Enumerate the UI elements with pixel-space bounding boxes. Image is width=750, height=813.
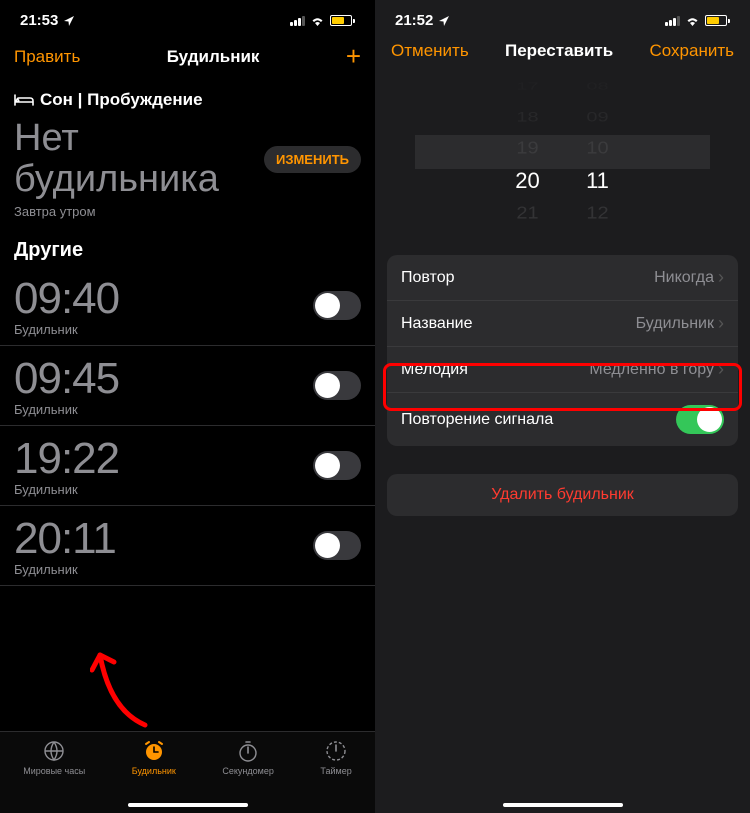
- battery-icon: [330, 15, 355, 26]
- battery-icon: [705, 15, 730, 26]
- page-title: Будильник: [167, 47, 260, 67]
- wifi-icon: [685, 15, 700, 26]
- alarm-time: 19:22: [14, 434, 119, 484]
- page-title: Переставить: [505, 41, 613, 61]
- alarm-list-screen: 21:53 Править Будильник + Сон | Пробужде…: [0, 0, 375, 813]
- tab-bar: Мировые часы Будильник Секундомер Таймер: [0, 731, 375, 813]
- alarm-label: Будильник: [14, 322, 119, 337]
- alarm-settings-group: Повтор Никогда› Название Будильник› Мело…: [387, 255, 738, 446]
- alarm-row[interactable]: 09:40 Будильник: [0, 266, 375, 346]
- location-icon: [63, 15, 75, 27]
- tab-label: Секундомер: [222, 766, 273, 776]
- nav-bar: Отменить Переставить Сохранить: [375, 37, 750, 71]
- status-bar: 21:53: [0, 0, 375, 37]
- alarm-time: 09:45: [14, 354, 119, 404]
- add-alarm-button[interactable]: +: [346, 41, 361, 72]
- picker-hour-selected: 20: [513, 168, 543, 194]
- tab-label: Будильник: [132, 766, 176, 776]
- tab-stopwatch[interactable]: Секундомер: [222, 738, 273, 813]
- bed-icon: [14, 93, 34, 107]
- snooze-toggle[interactable]: [676, 405, 724, 434]
- others-section-label: Другие: [0, 233, 375, 266]
- name-label: Название: [401, 315, 473, 333]
- snooze-label: Повторение сигнала: [401, 411, 553, 429]
- alarm-row[interactable]: 20:11 Будильник: [0, 506, 375, 586]
- no-alarm-row: Нет будильника ИЗМЕНИТЬ: [0, 114, 375, 200]
- delete-group: Удалить будильник: [387, 474, 738, 516]
- wifi-icon: [310, 15, 325, 26]
- name-value: Будильник: [636, 315, 714, 333]
- alarm-label: Будильник: [14, 562, 116, 577]
- globe-icon: [42, 739, 66, 763]
- alarm-toggle[interactable]: [313, 451, 361, 480]
- no-alarm-text: Нет будильника: [14, 118, 264, 200]
- tab-label: Таймер: [320, 766, 351, 776]
- home-indicator[interactable]: [503, 803, 623, 807]
- alarm-icon: [142, 739, 166, 763]
- repeat-label: Повтор: [401, 269, 455, 287]
- alarm-toggle[interactable]: [313, 291, 361, 320]
- chevron-right-icon: ›: [718, 313, 724, 334]
- edit-button[interactable]: Править: [14, 47, 80, 67]
- cancel-button[interactable]: Отменить: [391, 41, 469, 61]
- change-button[interactable]: ИЗМЕНИТЬ: [264, 146, 361, 173]
- alarm-row[interactable]: 09:45 Будильник: [0, 346, 375, 426]
- repeat-row[interactable]: Повтор Никогда›: [387, 255, 738, 301]
- snooze-row: Повторение сигнала: [387, 393, 738, 446]
- tab-timer[interactable]: Таймер: [320, 738, 351, 813]
- tomorrow-label: Завтра утром: [0, 200, 375, 233]
- time-picker[interactable]: 1708 1809 1910 2011 2112 2213 2314: [415, 71, 710, 231]
- arrow-annotation-icon: [90, 640, 160, 730]
- alarm-row[interactable]: 19:22 Будильник: [0, 426, 375, 506]
- sound-value: Медленно в гору: [589, 361, 714, 379]
- alarm-label: Будильник: [14, 482, 119, 497]
- alarm-time: 20:11: [14, 514, 116, 564]
- repeat-value: Никогда: [654, 269, 714, 287]
- location-icon: [438, 15, 450, 27]
- sleep-header-label: Сон | Пробуждение: [40, 90, 203, 110]
- sleep-section-header: Сон | Пробуждение: [0, 82, 375, 114]
- delete-alarm-button[interactable]: Удалить будильник: [387, 474, 738, 516]
- nav-bar: Править Будильник +: [0, 37, 375, 82]
- tab-world-clock[interactable]: Мировые часы: [23, 738, 85, 813]
- alarm-toggle[interactable]: [313, 371, 361, 400]
- tab-label: Мировые часы: [23, 766, 85, 776]
- name-row[interactable]: Название Будильник›: [387, 301, 738, 347]
- alarm-toggle[interactable]: [313, 531, 361, 560]
- save-button[interactable]: Сохранить: [650, 41, 734, 61]
- signal-icon: [290, 16, 305, 26]
- tab-alarm[interactable]: Будильник: [132, 738, 176, 813]
- status-bar: 21:52: [375, 0, 750, 37]
- sound-label: Мелодия: [401, 361, 468, 379]
- status-time: 21:52: [395, 12, 433, 29]
- chevron-right-icon: ›: [718, 359, 724, 380]
- status-time: 21:53: [20, 12, 58, 29]
- alarm-edit-screen: 21:52 Отменить Переставить Сохранить 170…: [375, 0, 750, 813]
- home-indicator[interactable]: [128, 803, 248, 807]
- alarm-label: Будильник: [14, 402, 119, 417]
- chevron-right-icon: ›: [718, 267, 724, 288]
- signal-icon: [665, 16, 680, 26]
- sound-row[interactable]: Мелодия Медленно в гору›: [387, 347, 738, 393]
- alarm-time: 09:40: [14, 274, 119, 324]
- timer-icon: [324, 739, 348, 763]
- picker-minute-selected: 11: [583, 168, 613, 194]
- stopwatch-icon: [236, 739, 260, 763]
